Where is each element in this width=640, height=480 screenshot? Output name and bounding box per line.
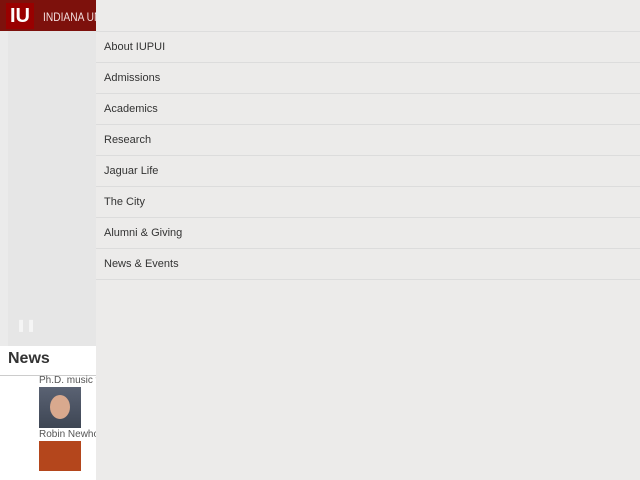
news-heading: News: [8, 350, 50, 367]
hero-slider: [0, 31, 96, 346]
main-nav-menu: About IUPUI Admissions Academics Researc…: [96, 31, 640, 280]
iu-trident-logo[interactable]: IU: [6, 3, 34, 29]
menu-item-about[interactable]: About IUPUI: [96, 32, 640, 63]
menu-item-news-events[interactable]: News & Events: [96, 249, 640, 280]
news-item-photo[interactable]: [39, 441, 81, 471]
site-title[interactable]: INDIANA UNIVERSITY: [43, 10, 96, 24]
hero-image: [8, 31, 96, 346]
news-item-title[interactable]: Ph.D. music therapy: [39, 375, 96, 386]
menu-item-admissions[interactable]: Admissions: [96, 63, 640, 94]
news-item-photo[interactable]: [39, 387, 81, 428]
menu-item-jaguar-life[interactable]: Jaguar Life: [96, 156, 640, 187]
page-content: IU INDIANA UNIVERSITY ❚❚ News Ph.D. musi…: [0, 0, 96, 480]
news-item-title[interactable]: Robin Newhouse: [39, 429, 96, 440]
menu-item-research[interactable]: Research: [96, 125, 640, 156]
site-header: IU INDIANA UNIVERSITY: [0, 0, 96, 31]
pause-icon[interactable]: ❚❚: [16, 318, 36, 332]
menu-item-alumni-giving[interactable]: Alumni & Giving: [96, 218, 640, 249]
menu-item-academics[interactable]: Academics: [96, 94, 640, 125]
menu-item-the-city[interactable]: The City: [96, 187, 640, 218]
